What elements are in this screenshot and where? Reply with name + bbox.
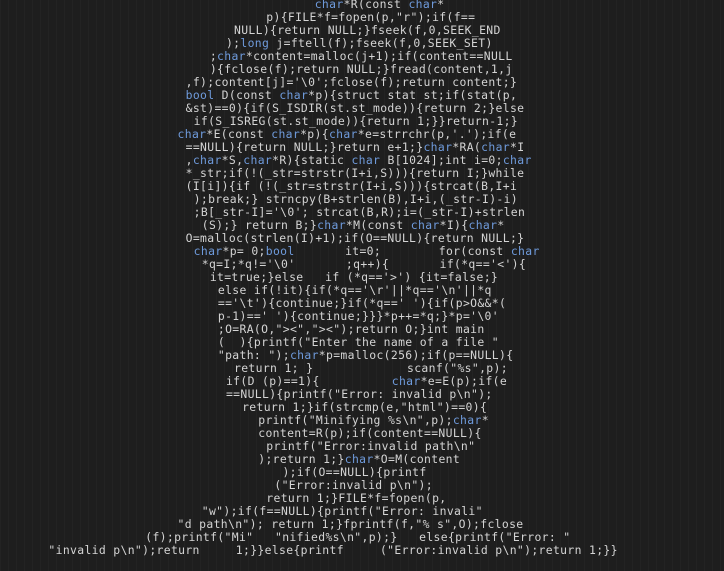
code-token: *p= 0; [222, 244, 266, 258]
code-token: j=ftell(f);fseek(f,0,SEEK_SET) [269, 36, 493, 50]
code-token: O=malloc(strlen(I)+1);if(O==NULL){return… [185, 231, 525, 245]
code-token: content=R(p);if(content==NULL){ [258, 426, 482, 440]
code-keyword: char [391, 374, 421, 388]
code-token: "invalid p\n");return 1;}}else{printf ("… [48, 543, 618, 557]
code-token: D(const [214, 88, 280, 102]
code-token: it=0; for(const [294, 244, 511, 258]
code-token: p){FILE*f=fopen(p,"r");if(f== [266, 10, 476, 24]
code-token: , [185, 153, 193, 167]
code-keyword: char [468, 218, 498, 232]
code-token: );break;} strncpy(B+strlen(B),I+i,(_str-… [193, 192, 519, 206]
code-token: return 1;}FILE*f=fopen(p, [266, 491, 447, 505]
code-token: "path: "); [217, 348, 290, 362]
code-editor[interactable]: char*R(const char* p){FILE*f=fopen(p,"r")… [0, 0, 724, 571]
code-token: *M(const [345, 218, 411, 232]
code-keyword: char [243, 153, 273, 167]
code-token: ==NULL){printf("Error: invalid p\n"); [225, 387, 493, 401]
code-token: printf("Error:invalid path\n" [266, 439, 476, 453]
code-keyword: char [481, 140, 510, 154]
code-token: if(D (p)==1){ [225, 374, 392, 388]
code-token: *q=I;*q!='\0' ;q++){ if(*q=='<'){ [201, 257, 527, 271]
code-keyword: char [279, 88, 309, 102]
code-token: return 1; } scanf("%s",p); [234, 361, 508, 375]
code-keyword: char [217, 49, 246, 63]
code-keyword: char [177, 127, 207, 141]
code-line: "invalid p\n");return 1;}}else{printf ("… [0, 544, 618, 557]
code-token: *p){struct stat st;if(stat(p, [308, 88, 518, 102]
code-token: *I){ [439, 218, 469, 232]
code-token: ==NULL){return NULL;}return e+1;} [185, 140, 424, 154]
code-keyword: char [351, 153, 381, 167]
code-token: ( ){printf("Enter the name of a file " [217, 335, 499, 349]
code-token: *p){ [300, 127, 329, 141]
code-token: &st)==0){if(S_ISDIR(st.st_mode)){return … [185, 101, 525, 115]
code-token: *e=E(p);if(e [420, 374, 508, 388]
code-keyword: char [328, 127, 358, 141]
code-token: B[1024];int i=0; [380, 153, 503, 167]
code-token: *S, [221, 153, 244, 167]
code-token: ,f);content[j]='\0';fclose(f);return con… [185, 75, 518, 89]
code-token: ; [209, 49, 218, 63]
code-token: (I[i]){if (!(_str=strstr(I+i,S))){strcat… [185, 179, 518, 193]
code-token: it=true;}else if (*q=='>') {it=false;} [209, 270, 499, 284]
code-keyword: char [271, 127, 301, 141]
code-token: *RA( [452, 140, 482, 154]
code-token: * [497, 218, 505, 232]
code-token: (f);printf("Mi" "nified%s\n",p);} else{p… [145, 530, 571, 544]
code-token: NULL){return NULL;}fseek(f,0,SEEK_END [234, 23, 501, 37]
code-token: *content=malloc(j+1);if(content==NULL [245, 49, 513, 63]
code-keyword: char [452, 413, 482, 427]
code-token: ;B[_str-I]='\0'; strcat(B,R);i=(_str-I)+… [193, 205, 526, 219]
code-keyword: long [240, 36, 270, 50]
code-token: *_str;if(!(_str=strstr(I+i,S))){return I… [185, 166, 525, 180]
code-token: );if(O==NULL){printf [282, 465, 427, 479]
code-token: return 1;}if(strcmp(e,"html")==0){ [242, 400, 488, 414]
code-token: *O=M(content [373, 452, 461, 466]
code-token: );return 1;} [258, 452, 345, 466]
code-token: =='\t'){continue;}if(*q==' '){if(p>O&&*( [217, 296, 507, 310]
code-token: *e=strrchr(p,'.');if(e [357, 127, 517, 141]
code-keyword: char [423, 140, 453, 154]
code-keyword: char [510, 244, 540, 258]
code-token: ("Error:invalid p\n"); [274, 478, 433, 492]
text-cursor [0, 560, 6, 571]
code-token: p-1)==' '){continue;}}}*p++=*q;}*p='\0' [217, 309, 499, 323]
code-keyword: char [410, 218, 440, 232]
code-keyword: char [317, 218, 346, 232]
code-token: ); [225, 36, 241, 50]
code-keyword: char [502, 153, 532, 167]
code-keyword: char [289, 348, 319, 362]
code-token: (S);} return B;} [201, 218, 318, 232]
code-keyword: bool [265, 244, 295, 258]
code-token: printf("Minifying %s\n",p); [258, 413, 453, 427]
code-token: * [481, 413, 489, 427]
code-token: if(S_ISREG(st.st_mode)){return 1;}}retur… [193, 114, 519, 128]
code-content: char*R(const char* p){FILE*f=fopen(p,"r")… [0, 0, 618, 557]
code-token: *I [510, 140, 525, 154]
code-token: *p=malloc(256);if(p==NULL){ [318, 348, 514, 362]
code-keyword: bool [185, 88, 215, 102]
code-token: ;O=RA(O,"><","><");return O;}int main [217, 322, 485, 336]
code-token: *R){static [272, 153, 352, 167]
code-keyword: char [192, 153, 222, 167]
code-keyword: char [344, 452, 374, 466]
code-keyword: char [193, 244, 223, 258]
code-token: *E(const [206, 127, 272, 141]
code-token: "d path\n"); return 1;}fprintf(f,"% s",O… [177, 517, 524, 531]
code-token: else if(!it){if(*q=='\r'||*q=='\n'||*q [217, 283, 492, 297]
code-token: "w");if(f==NULL){printf("Error: invali" [201, 504, 483, 518]
code-token: ){fclose(f);return NULL;}fread(content,1… [209, 62, 513, 76]
